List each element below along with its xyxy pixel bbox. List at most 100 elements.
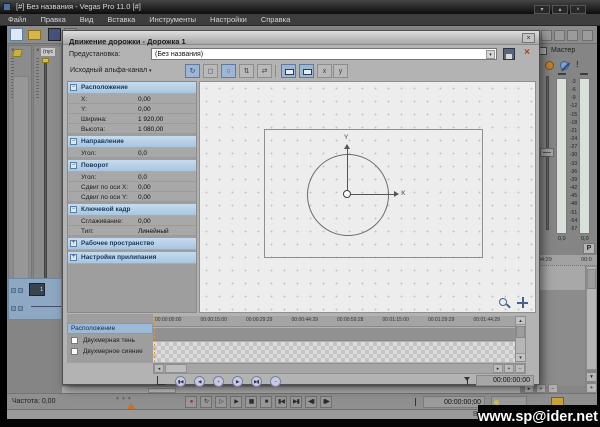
track-motion-icon[interactable] <box>18 306 23 311</box>
new-project-icon[interactable] <box>10 28 23 41</box>
menu-item-вид[interactable]: Вид <box>80 15 94 24</box>
property-value[interactable]: 1 080,00 <box>138 126 163 133</box>
sync-cursor-icon[interactable] <box>157 376 166 385</box>
play-button[interactable]: ▶ <box>230 396 242 408</box>
scale-about-center-icon[interactable] <box>299 64 314 78</box>
dialog-titlebar[interactable]: Движение дорожки - Дорожка 1 × <box>63 31 539 45</box>
property-value[interactable]: 0,00 <box>138 194 151 201</box>
scroll-up-icon[interactable]: ▴ <box>516 317 525 325</box>
checkbox[interactable] <box>71 337 78 344</box>
scroll-left-icon[interactable]: ◂ <box>154 364 164 373</box>
close-button[interactable]: × <box>570 5 586 14</box>
step-forward-button[interactable]: ▮▶ <box>320 396 332 408</box>
dialog-close-button[interactable]: × <box>522 33 535 43</box>
snap-y-icon[interactable]: y <box>333 64 348 78</box>
loop-playback-button[interactable]: ↻ <box>200 396 212 408</box>
clip-indicator[interactable] <box>580 73 588 75</box>
preset-combobox[interactable]: (Без названия) ▾ <box>151 48 497 60</box>
timeline-ruler-fragment[interactable]: 44:29 00:0 <box>537 255 597 266</box>
timeline-horizontal-scrollbar[interactable] <box>62 386 520 393</box>
menu-item-файл[interactable]: Файл <box>8 15 26 24</box>
pane-button[interactable]: P <box>583 243 595 254</box>
zoom-in-time-icon[interactable]: + <box>536 384 546 393</box>
scrollbar-thumb[interactable] <box>165 364 187 373</box>
keyframe-horizontal-scrollbar[interactable]: ◂ ▸ + − <box>153 363 526 374</box>
menu-item-вставка[interactable]: Вставка <box>107 15 135 24</box>
edit-in-object-space-icon[interactable]: ◻ <box>203 64 218 78</box>
play-from-start-button[interactable]: ▷ <box>215 396 227 408</box>
insert-keyframe-button[interactable]: + <box>213 376 224 387</box>
keyframe-time-display[interactable]: 00:00:00:00 <box>476 375 534 386</box>
menu-item-настройки[interactable]: Настройки <box>210 15 247 24</box>
property-value[interactable]: 0,0 <box>138 174 147 181</box>
delete-keyframe-button[interactable]: − <box>270 376 281 387</box>
scroll-right-icon[interactable]: ▸ <box>493 364 503 373</box>
previous-keyframe-button[interactable]: ◀ <box>194 376 205 387</box>
zoom-in-track-icon[interactable]: + <box>586 383 597 393</box>
enable-rotation-icon[interactable]: ↻ <box>185 64 200 78</box>
step-back-button[interactable]: ◀▮ <box>305 396 317 408</box>
save-project-icon[interactable] <box>48 28 61 41</box>
track-solo-icon[interactable] <box>18 288 23 293</box>
keyframe-row-position[interactable]: Расположение <box>67 323 153 334</box>
prevent-scaling-icon[interactable]: ⇅ <box>239 64 254 78</box>
dock-grip[interactable] <box>36 58 39 98</box>
property-group-header[interactable]: +Рабочее пространство <box>68 238 196 250</box>
zoom-out-icon[interactable]: − <box>515 364 525 373</box>
property-group-header[interactable]: +Настройки прилипания <box>68 252 196 264</box>
menu-item-инструменты[interactable]: Инструменты <box>149 15 196 24</box>
cursor-time-display[interactable]: 00:00:00;00 <box>423 396 485 408</box>
mixer-insert-bus-icon[interactable] <box>554 30 565 41</box>
track-thumbnail[interactable]: 1 <box>29 283 45 296</box>
property-group-header[interactable]: −Ключевой кадр <box>68 204 196 216</box>
master-fader-handle[interactable] <box>540 148 554 157</box>
motion-canvas[interactable]: Y X <box>199 81 536 313</box>
pause-button[interactable]: ▮▮ <box>245 396 257 408</box>
source-alpha-dropdown[interactable]: Исходный альфа-канал ▾ <box>67 65 155 77</box>
property-group-header[interactable]: −Поворот <box>68 160 196 172</box>
property-value[interactable]: 0,00 <box>138 184 151 191</box>
property-group-header[interactable]: −Направление <box>68 136 196 148</box>
track-mute-icon[interactable] <box>11 288 16 293</box>
collapse-toggle-icon[interactable]: − <box>70 84 77 91</box>
mixer-downmix-icon[interactable] <box>582 30 593 41</box>
go-to-end-button[interactable]: ▶▮ <box>290 396 302 408</box>
zoom-in-icon[interactable]: + <box>504 364 514 373</box>
mute-icon[interactable] <box>560 61 569 70</box>
collapse-toggle-icon[interactable]: − <box>70 138 77 145</box>
close-icon[interactable]: × <box>36 48 40 54</box>
property-value[interactable]: 0,00 <box>138 218 151 225</box>
mixer-insert-fx-icon[interactable] <box>541 30 552 41</box>
effect-checkbox-row[interactable]: Двухмерная тень <box>67 335 153 346</box>
collapse-toggle-icon[interactable]: + <box>70 240 77 247</box>
scroll-down-icon[interactable]: ▾ <box>516 353 525 361</box>
menu-item-правка[interactable]: Правка <box>40 15 65 24</box>
collapse-toggle-icon[interactable]: − <box>70 206 77 213</box>
menu-item-справка[interactable]: Справка <box>261 15 290 24</box>
gear-icon[interactable] <box>545 61 554 70</box>
track-header[interactable]: 1 <box>8 278 62 320</box>
collapse-toggle-icon[interactable]: + <box>70 254 77 261</box>
marker-icons[interactable]: ▼▼▼ <box>115 396 133 402</box>
scrollbar-thumb[interactable] <box>587 269 596 289</box>
effect-checkbox-row[interactable]: Двухмерное сияние <box>67 346 153 357</box>
pan-cross-icon[interactable] <box>517 297 528 308</box>
tool-pen-icon[interactable] <box>12 49 23 57</box>
next-keyframe-button[interactable]: ▶ <box>232 376 243 387</box>
keyframe-ruler[interactable]: 00:00:00:0000:00:15:0000:00:29:2900:00:4… <box>153 316 515 327</box>
snap-x-icon[interactable]: x <box>317 64 332 78</box>
stop-button[interactable]: ■ <box>260 396 272 408</box>
property-value[interactable]: 0,00 <box>138 96 151 103</box>
prevent-rotation-icon[interactable]: ⇄ <box>257 64 272 78</box>
delete-preset-icon[interactable]: × <box>521 47 533 59</box>
property-value[interactable]: 1 920,00 <box>138 116 163 123</box>
dock-fader-track[interactable] <box>44 60 47 286</box>
property-value[interactable]: Линейный <box>138 228 169 235</box>
keyframe-track-alpha[interactable] <box>153 342 515 362</box>
timeline-vertical-scrollbar[interactable] <box>586 266 597 370</box>
magnifier-icon[interactable] <box>499 298 507 306</box>
mixer-preview-fader-icon[interactable] <box>567 30 578 41</box>
solo-icon[interactable]: ! <box>576 60 579 69</box>
zoom-out-time-icon[interactable]: − <box>548 384 558 393</box>
property-value[interactable]: 0,00 <box>138 106 151 113</box>
